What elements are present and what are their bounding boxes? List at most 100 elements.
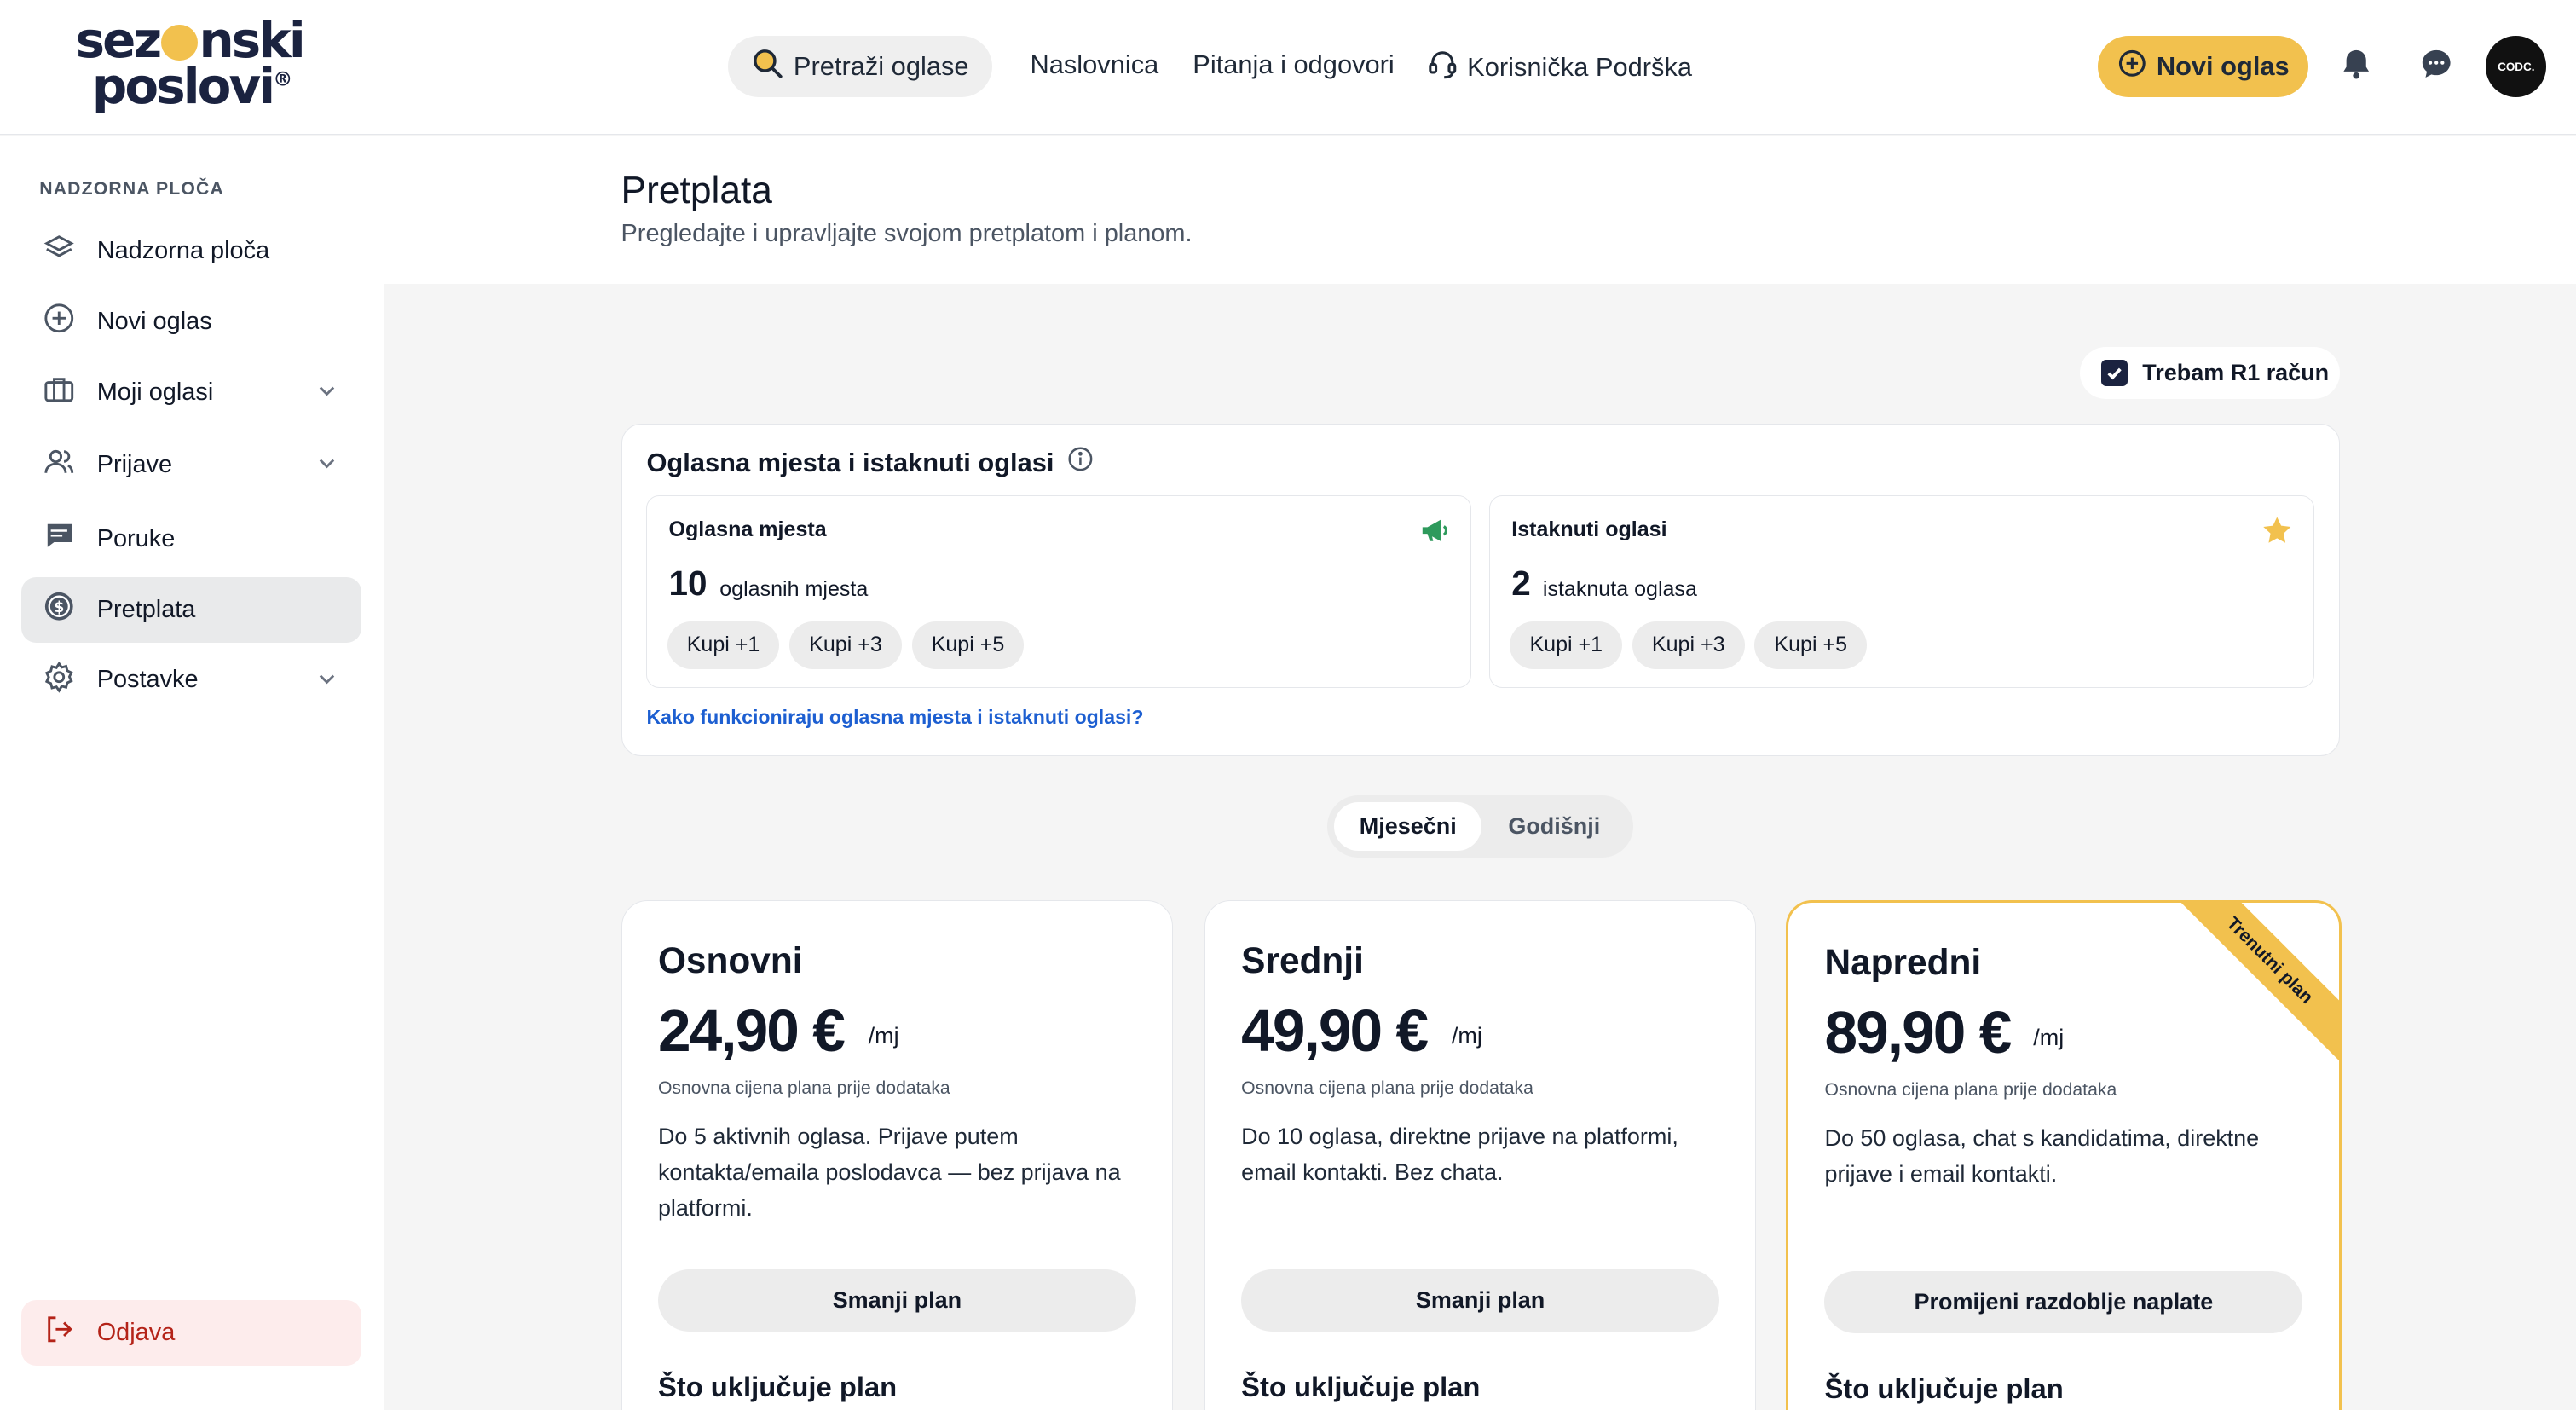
downgrade-plan-button[interactable]: Smanji plan bbox=[1241, 1268, 1720, 1332]
r1-invoice-label: Trebam R1 račun bbox=[2142, 360, 2330, 385]
plan-base-note: Osnovna cijena plana prije dodataka bbox=[657, 1078, 950, 1099]
plan-period: /mj bbox=[1451, 1022, 1482, 1049]
ad-slots-title: Oglasna mjesta i istaknuti oglasi bbox=[646, 446, 1093, 479]
page-subtitle: Pregledajte i upravljajte svojom pretpla… bbox=[621, 220, 1193, 248]
checkbox-checked-icon bbox=[2101, 360, 2128, 386]
plan-description: Do 5 aktivnih oglasa. Prijave putem kont… bbox=[657, 1123, 1121, 1222]
sidebar-item-dashboard[interactable]: Nadzorna ploča bbox=[21, 218, 361, 284]
page-header: Pretplata Pregledajte i upravljajte svoj… bbox=[384, 136, 2576, 285]
buy-slots-5-button[interactable]: Kupi +5 bbox=[911, 621, 1025, 669]
logo-sun-icon bbox=[161, 24, 198, 61]
avatar-text: CODC. bbox=[2498, 60, 2535, 73]
ad-slots-buy-row: Kupi +1 Kupi +3 Kupi +5 bbox=[667, 621, 1025, 669]
buy-featured-5-button[interactable]: Kupi +5 bbox=[1754, 621, 1868, 669]
buy-slots-1-button[interactable]: Kupi +1 bbox=[667, 621, 780, 669]
plan-base-note: Osnovna cijena plana prije dodataka bbox=[1824, 1080, 2117, 1101]
users-icon bbox=[43, 445, 76, 485]
sidebar-item-applications[interactable]: Prijave bbox=[21, 432, 361, 498]
layers-icon bbox=[43, 232, 76, 272]
headset-icon bbox=[1426, 48, 1459, 88]
logo-text-3: poslovi bbox=[91, 57, 275, 116]
plus-circle-icon bbox=[2117, 49, 2147, 85]
sidebar-item-label: Nadzorna ploča bbox=[96, 237, 270, 265]
plan-name: Napredni bbox=[1824, 942, 1982, 983]
how-slots-work-link[interactable]: Kako funkcioniraju oglasna mjesta i ista… bbox=[646, 706, 1143, 729]
featured-ads-count: 2 bbox=[1511, 563, 1531, 604]
sidebar-item-label: Moji oglasi bbox=[96, 379, 214, 407]
plan-period: /mj bbox=[2033, 1024, 2065, 1050]
message-icon bbox=[43, 519, 76, 559]
ad-slots-panel: Oglasna mjesta i istaknuti oglasi Oglasn… bbox=[621, 424, 2340, 756]
plan-description: Do 10 oglasa, direktne prijave na platfo… bbox=[1241, 1123, 1678, 1186]
sidebar-item-subscription[interactable]: $ Pretplata bbox=[21, 576, 362, 643]
sidebar-item-label: Postavke bbox=[96, 666, 199, 694]
plus-circle-icon bbox=[43, 302, 76, 342]
tab-yearly[interactable]: Godišnji bbox=[1481, 802, 1626, 852]
logout-icon bbox=[43, 1313, 76, 1353]
info-icon[interactable] bbox=[1067, 446, 1094, 479]
search-label: Pretraži oglase bbox=[793, 51, 969, 82]
buy-featured-3-button[interactable]: Kupi +3 bbox=[1632, 621, 1745, 669]
sidebar-item-label: Novi oglas bbox=[96, 308, 212, 336]
plan-includes-heading: Što uključuje plan bbox=[1824, 1372, 2064, 1405]
sidebar-item-label: Poruke bbox=[96, 524, 176, 552]
search-icon bbox=[751, 47, 784, 87]
chat-bubble-icon bbox=[2418, 46, 2454, 89]
ad-slots-card: Oglasna mjesta 10 oglasnih mjesta Kupi +… bbox=[646, 495, 1471, 688]
plan-card-advanced: Trenutni plan Napredni 89,90 € /mj Osnov… bbox=[1786, 900, 2342, 1410]
gear-icon bbox=[43, 661, 76, 701]
featured-ads-card: Istaknuti oglasi 2 istaknuta oglasa Kupi… bbox=[1489, 495, 2314, 688]
coin-icon: $ bbox=[43, 590, 76, 630]
plan-name: Srednji bbox=[1241, 940, 1364, 981]
support-link[interactable]: Korisnička Podrška bbox=[1426, 48, 1692, 88]
top-header: sez nski poslovi® Pretraži oglase Naslovn… bbox=[0, 0, 2576, 136]
logout-button[interactable]: Odjava bbox=[21, 1299, 362, 1366]
ad-slots-card-title: Oglasna mjesta bbox=[668, 517, 827, 542]
change-billing-period-button[interactable]: Promijeni razdoblje naplate bbox=[1824, 1270, 2303, 1334]
search-button[interactable]: Pretraži oglase bbox=[727, 36, 993, 97]
downgrade-plan-button[interactable]: Smanji plan bbox=[657, 1268, 1136, 1332]
support-label: Korisnička Podrška bbox=[1467, 52, 1693, 83]
new-ad-label: Novi oglas bbox=[2156, 51, 2290, 82]
r1-invoice-checkbox[interactable]: Trebam R1 račun bbox=[2080, 346, 2340, 400]
buy-featured-1-button[interactable]: Kupi +1 bbox=[1510, 621, 1623, 669]
plan-includes-heading: Što uključuje plan bbox=[1241, 1371, 1481, 1403]
plan-price: 89,90 € bbox=[1824, 998, 2012, 1066]
plan-price: 24,90 € bbox=[657, 997, 846, 1064]
logo[interactable]: sez nski poslovi® bbox=[76, 13, 322, 121]
billing-period-toggle: Mjesečni Godišnji bbox=[1327, 795, 1633, 858]
tab-monthly[interactable]: Mjesečni bbox=[1334, 801, 1482, 852]
plan-name: Osnovni bbox=[657, 940, 803, 981]
sidebar-item-settings[interactable]: Postavke bbox=[21, 647, 361, 713]
messages-button[interactable] bbox=[2415, 46, 2458, 89]
featured-ads-unit: istaknuta oglasa bbox=[1542, 576, 1697, 601]
new-ad-button[interactable]: Novi oglas bbox=[2098, 36, 2308, 97]
featured-ads-buy-row: Kupi +1 Kupi +3 Kupi +5 bbox=[1510, 621, 1868, 669]
chevron-down-icon bbox=[315, 667, 338, 697]
ad-slots-title-text: Oglasna mjesta i istaknuti oglasi bbox=[646, 447, 1054, 477]
megaphone-icon bbox=[1418, 514, 1451, 554]
logout-label: Odjava bbox=[96, 1318, 176, 1346]
sidebar-item-new-ad[interactable]: Novi oglas bbox=[21, 289, 361, 355]
avatar[interactable]: CODC. bbox=[2486, 36, 2547, 97]
sidebar-item-my-ads[interactable]: Moji oglasi bbox=[21, 360, 361, 425]
plan-description: Do 50 oglasa, chat s kandidatima, direkt… bbox=[1824, 1124, 2260, 1188]
buy-slots-3-button[interactable]: Kupi +3 bbox=[789, 621, 902, 669]
sidebar-item-label: Pretplata bbox=[96, 595, 196, 623]
plan-includes-heading: Što uključuje plan bbox=[657, 1371, 898, 1403]
featured-ads-card-title: Istaknuti oglasi bbox=[1511, 517, 1667, 542]
notifications-button[interactable] bbox=[2335, 46, 2377, 89]
plan-base-note: Osnovna cijena plana prije dodataka bbox=[1241, 1078, 1533, 1099]
ad-slots-count: 10 bbox=[668, 563, 708, 604]
sidebar: NADZORNA PLOČA Nadzorna ploča Novi oglas… bbox=[0, 136, 384, 1410]
sidebar-item-messages[interactable]: Poruke bbox=[21, 506, 361, 572]
ad-slots-unit: oglasnih mjesta bbox=[719, 576, 869, 601]
nav-link-home[interactable]: Naslovnica bbox=[1030, 49, 1158, 80]
chevron-down-icon bbox=[315, 452, 338, 482]
page-root: sez nski poslovi® Pretraži oglase Naslovn… bbox=[0, 0, 2576, 1410]
bell-icon bbox=[2338, 46, 2374, 89]
nav-link-faq[interactable]: Pitanja i odgovori bbox=[1193, 49, 1395, 80]
page-title: Pretplata bbox=[621, 169, 772, 211]
chevron-down-icon bbox=[315, 379, 338, 409]
briefcase-icon bbox=[43, 373, 76, 413]
